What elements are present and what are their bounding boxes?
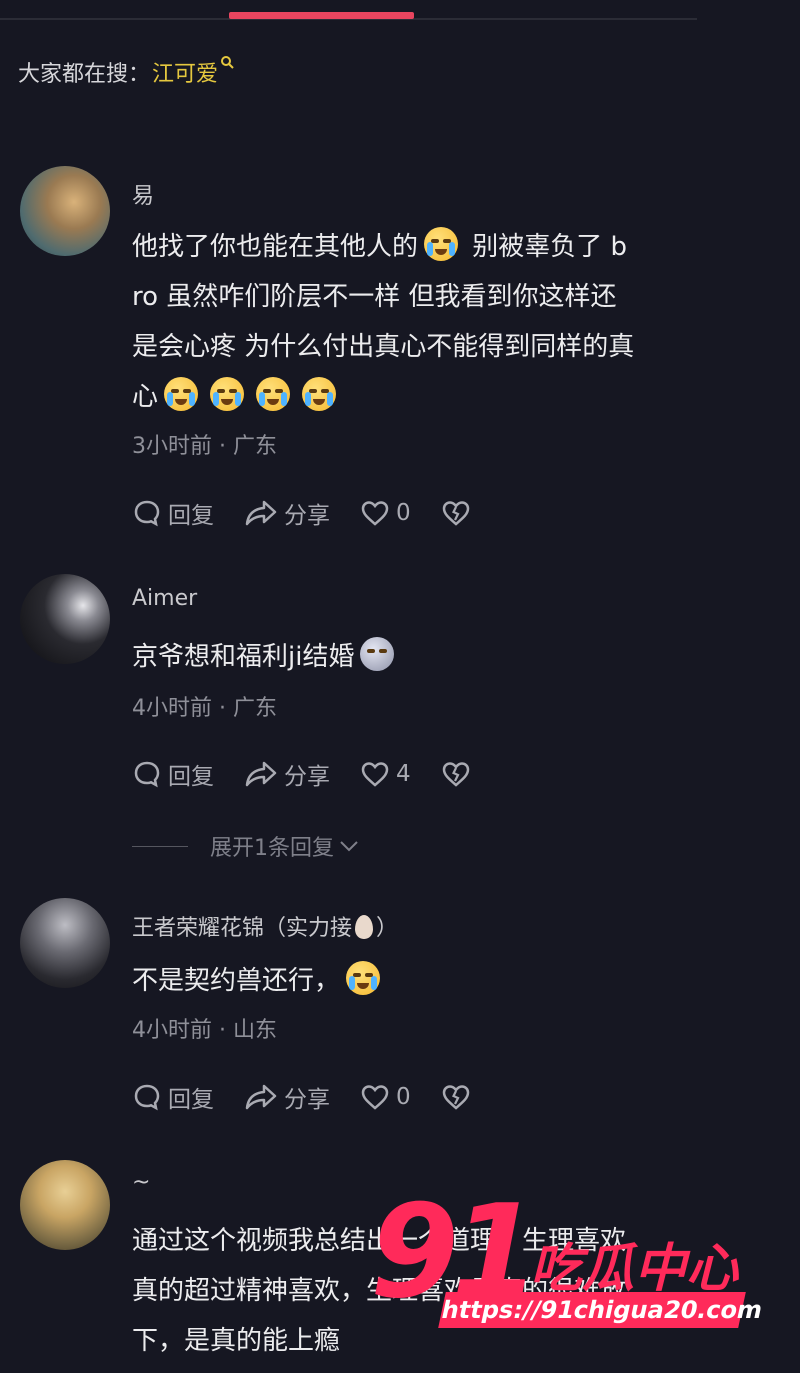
crying-emoji-icon bbox=[210, 377, 245, 411]
like-button[interactable]: 4 bbox=[360, 760, 411, 788]
share-label: 分享 bbox=[284, 764, 330, 790]
comment-username-text: 王者荣耀花锦（实力接 bbox=[132, 916, 353, 941]
active-tab-indicator bbox=[229, 12, 414, 19]
comment-text-line: 别被辜负了 b bbox=[464, 232, 628, 262]
like-count: 4 bbox=[396, 761, 411, 787]
broken-heart-icon bbox=[442, 1085, 469, 1110]
crying-emoji-icon bbox=[302, 377, 337, 411]
search-suggestion[interactable]: 大家都在搜： 江可爱 bbox=[18, 55, 234, 88]
comment-username[interactable]: Aimer bbox=[132, 586, 197, 611]
reply-label: 回复 bbox=[168, 503, 214, 529]
share-arrow-icon bbox=[245, 1084, 277, 1110]
comment-text: 不是契约兽还行， bbox=[132, 956, 697, 1006]
avatar[interactable] bbox=[20, 166, 110, 256]
reply-label: 回复 bbox=[168, 764, 214, 790]
avatar[interactable] bbox=[20, 1160, 110, 1250]
tab-underline-track bbox=[0, 12, 697, 20]
search-icon[interactable] bbox=[220, 50, 234, 75]
comment-username[interactable]: 易 bbox=[132, 178, 154, 210]
reply-label: 回复 bbox=[168, 1087, 214, 1113]
comment-username-suffix: ） bbox=[376, 916, 399, 941]
comment-meta: 4小时前 · 广东 bbox=[132, 696, 277, 721]
crying-emoji-icon bbox=[424, 227, 459, 261]
comment-actions: 回复 分享 0 bbox=[132, 1080, 507, 1114]
comment-text: 京爷想和福利ji结婚 bbox=[132, 632, 697, 682]
comment-text-line: ro 虽然咋们阶层不一样 但我看到你这样还 bbox=[132, 282, 617, 312]
reply-button[interactable]: 回复 bbox=[132, 1080, 214, 1114]
cat-emoji-icon bbox=[360, 637, 395, 671]
heart-icon bbox=[361, 762, 389, 787]
share-button[interactable]: 分享 bbox=[244, 496, 330, 530]
comment-text-line: 心 bbox=[132, 382, 159, 412]
comment-text-line: 不是契约兽还行， bbox=[132, 966, 341, 996]
laughing-crying-emoji-icon bbox=[346, 961, 381, 995]
broken-heart-icon bbox=[442, 762, 469, 787]
comment-actions: 回复 分享 0 bbox=[132, 496, 507, 530]
comment-meta: 4小时前 · 山东 bbox=[132, 1018, 277, 1043]
reply-bubble-icon bbox=[134, 500, 160, 527]
comment-text: 他找了你也能在其他人的 别被辜负了 b ro 虽然咋们阶层不一样 但我看到你这样… bbox=[132, 222, 697, 422]
comment-username[interactable]: ~ bbox=[132, 1170, 150, 1195]
reply-button[interactable]: 回复 bbox=[132, 757, 214, 791]
share-button[interactable]: 分享 bbox=[244, 757, 330, 791]
dislike-button[interactable] bbox=[441, 760, 477, 788]
comment-text-line: 京爷想和福利ji结婚 bbox=[132, 642, 355, 672]
share-arrow-icon bbox=[245, 761, 277, 787]
comment-text-line: 是会心疼 为什么付出真心不能得到同样的真 bbox=[132, 332, 635, 362]
egg-emoji-icon bbox=[355, 915, 374, 939]
expand-replies-label: 展开1条回复 bbox=[210, 836, 334, 861]
expand-replies-button[interactable]: 展开1条回复 bbox=[132, 830, 360, 862]
reply-button[interactable]: 回复 bbox=[132, 496, 214, 530]
share-label: 分享 bbox=[284, 1087, 330, 1113]
watermark-brand: 吃瓜中心 bbox=[530, 1239, 739, 1299]
heart-icon bbox=[361, 501, 389, 526]
like-count: 0 bbox=[396, 1084, 411, 1110]
heart-icon bbox=[361, 1085, 389, 1110]
comment-username[interactable]: 王者荣耀花锦（实力接 ） bbox=[132, 910, 398, 942]
reply-bubble-icon bbox=[134, 761, 160, 788]
crying-emoji-icon bbox=[256, 377, 291, 411]
watermark: 91 吃瓜中心 https://91chigua20.com bbox=[370, 1178, 770, 1338]
comment-text-line: 他找了你也能在其他人的 bbox=[132, 232, 419, 262]
like-button[interactable]: 0 bbox=[360, 1083, 411, 1111]
share-button[interactable]: 分享 bbox=[244, 1080, 330, 1114]
avatar[interactable] bbox=[20, 574, 110, 664]
share-arrow-icon bbox=[245, 500, 277, 526]
dislike-button[interactable] bbox=[441, 499, 477, 527]
crying-emoji-icon bbox=[164, 377, 199, 411]
like-button[interactable]: 0 bbox=[360, 499, 411, 527]
comment-meta: 3小时前 · 广东 bbox=[132, 434, 277, 459]
dislike-button[interactable] bbox=[441, 1083, 477, 1111]
avatar[interactable] bbox=[20, 898, 110, 988]
search-suggestion-prefix: 大家都在搜： bbox=[18, 62, 151, 87]
broken-heart-icon bbox=[442, 501, 469, 526]
search-suggestion-keyword[interactable]: 江可爱 bbox=[152, 56, 218, 88]
watermark-url: https://91chigua20.com bbox=[438, 1292, 765, 1328]
chevron-down-icon bbox=[340, 841, 358, 852]
reply-bubble-icon bbox=[134, 1084, 160, 1111]
divider bbox=[132, 845, 188, 847]
comment-actions: 回复 分享 4 bbox=[132, 757, 507, 791]
share-label: 分享 bbox=[284, 503, 330, 529]
like-count: 0 bbox=[396, 500, 411, 526]
